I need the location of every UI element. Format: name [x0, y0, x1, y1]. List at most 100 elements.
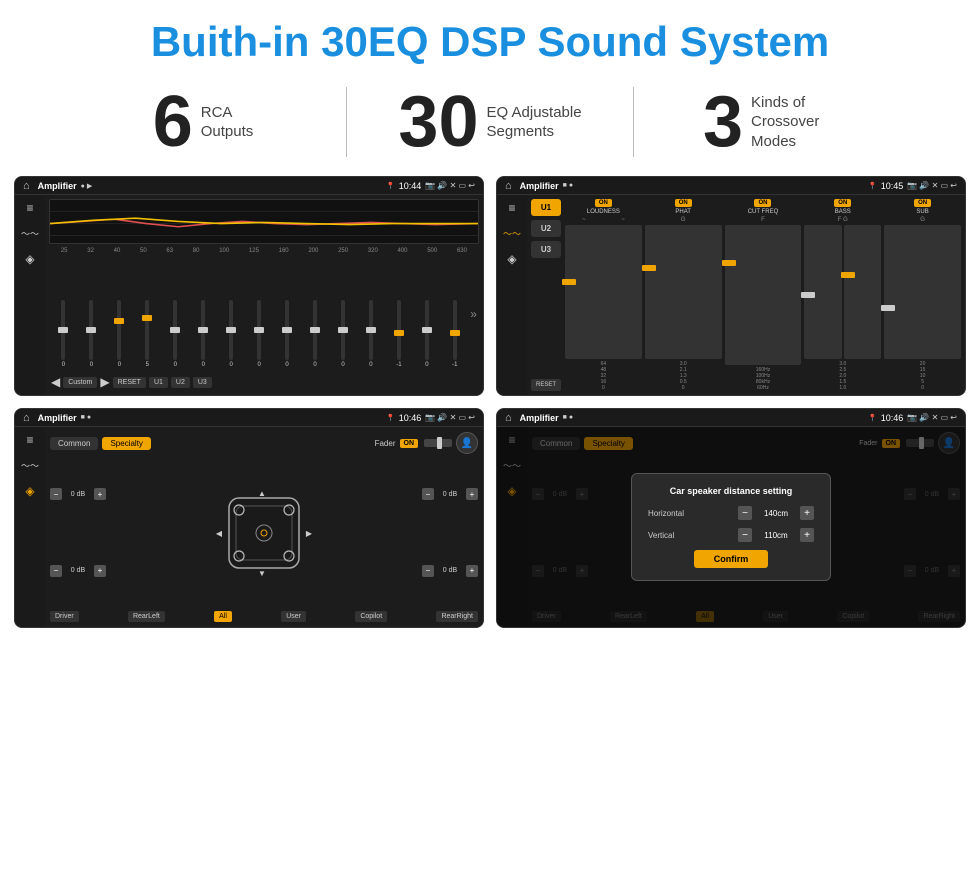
- eq-slider-5[interactable]: 0: [191, 300, 216, 368]
- eq-slider-4[interactable]: 0: [163, 300, 188, 368]
- eq-slider-2[interactable]: 0: [107, 300, 132, 368]
- screens-grid: ⌂ Amplifier ● ▶ 📍 10:44 📷 🔊 ✕ ▭ ↩ ≡ 〜〜 ◈: [0, 176, 980, 642]
- stat-eq-number: 30: [398, 86, 478, 158]
- db-val-rl: 0 dB: [64, 567, 92, 574]
- horizontal-plus[interactable]: +: [800, 506, 814, 520]
- tab-specialty[interactable]: Specialty: [102, 437, 150, 450]
- eq-icon[interactable]: ≡: [26, 201, 33, 215]
- fader-on-btn[interactable]: ON: [400, 439, 419, 448]
- db-minus-fr[interactable]: −: [422, 488, 434, 500]
- eq-slider-8[interactable]: 0: [275, 300, 300, 368]
- channel-loudness: ON LOUDNESS ~~ 644832160: [565, 199, 642, 391]
- db-minus-rl[interactable]: −: [50, 565, 62, 577]
- u3-btn-1[interactable]: U3: [193, 377, 212, 388]
- home-icon-3[interactable]: ⌂: [23, 412, 30, 424]
- ch-on-loudness[interactable]: ON: [595, 199, 612, 207]
- db-plus-rr[interactable]: +: [466, 565, 478, 577]
- volume-icon-2[interactable]: ◈: [507, 252, 516, 266]
- svg-text:▲: ▲: [258, 489, 266, 498]
- eq-slider-9[interactable]: 0: [303, 300, 328, 368]
- status-bar-3: ⌂ Amplifier ■ ● 📍 10:46 📷 🔊 ✕ ▭ ↩: [15, 409, 483, 427]
- preset-u1[interactable]: U1: [531, 199, 561, 216]
- eq-icon-3[interactable]: ≡: [26, 433, 33, 447]
- db-plus-fr[interactable]: +: [466, 488, 478, 500]
- u2-btn-1[interactable]: U2: [171, 377, 190, 388]
- eq-slider-10[interactable]: 0: [331, 300, 356, 368]
- prev-icon[interactable]: ◀: [51, 375, 60, 389]
- ch-label-bass: BASS: [835, 209, 851, 215]
- ch-on-phat[interactable]: ON: [675, 199, 692, 207]
- screen3-status-icons: 📷 🔊 ✕ ▭ ↩: [425, 413, 475, 422]
- db-plus-fl[interactable]: +: [94, 488, 106, 500]
- eq-slider-1[interactable]: 0: [79, 300, 104, 368]
- db-control-rl: − 0 dB +: [50, 565, 106, 577]
- mixer-channels: ON LOUDNESS ~~ 644832160: [565, 199, 961, 391]
- horizontal-minus[interactable]: −: [738, 506, 752, 520]
- preset-col: U1 U2 U3 RESET: [531, 199, 561, 391]
- stat-rca-number: 6: [153, 86, 193, 158]
- fader-slider[interactable]: [424, 439, 452, 447]
- home-icon[interactable]: ⌂: [23, 180, 30, 192]
- btn-driver[interactable]: Driver: [50, 611, 79, 622]
- ch-label-cutfreq: CUT FREQ: [748, 209, 779, 215]
- u1-btn-1[interactable]: U1: [149, 377, 168, 388]
- eq-slider-6[interactable]: 0: [219, 300, 244, 368]
- btn-user[interactable]: User: [281, 611, 306, 622]
- eq-graph: [49, 199, 479, 244]
- eq-icon-2[interactable]: ≡: [508, 201, 515, 215]
- bass-slider-f[interactable]: [804, 225, 841, 359]
- eq-slider-14[interactable]: -1: [442, 300, 467, 368]
- btn-all[interactable]: All: [214, 611, 232, 622]
- home-icon-4[interactable]: ⌂: [505, 412, 512, 424]
- btn-copilot[interactable]: Copilot: [355, 611, 387, 622]
- ch-on-sub[interactable]: ON: [914, 199, 931, 207]
- dialog-title: Car speaker distance setting: [648, 486, 814, 496]
- page-title: Buith-in 30EQ DSP Sound System: [0, 0, 980, 76]
- btn-rearright[interactable]: RearRight: [436, 611, 478, 622]
- db-plus-rl[interactable]: +: [94, 565, 106, 577]
- sub-slider[interactable]: [884, 225, 961, 359]
- eq-slider-7[interactable]: 0: [247, 300, 272, 368]
- eq-slider-13[interactable]: 0: [414, 300, 439, 368]
- db-minus-fl[interactable]: −: [50, 488, 62, 500]
- eq-slider-11[interactable]: 0: [358, 300, 383, 368]
- btn-rearleft[interactable]: RearLeft: [128, 611, 165, 622]
- custom-btn[interactable]: Custom: [63, 377, 97, 388]
- reset-btn-cross[interactable]: RESET: [531, 379, 561, 391]
- wave-icon-3[interactable]: 〜〜: [21, 459, 39, 472]
- channel-bass: ON BASS F G 3.02.52.01.51.0: [804, 199, 881, 391]
- db-minus-rr[interactable]: −: [422, 565, 434, 577]
- eq-bottom-bar: ◀ Custom ▶ RESET U1 U2 U3: [49, 373, 479, 391]
- svg-text:◀: ◀: [216, 529, 223, 538]
- car-diagram: ▲ ▼ ◀ ▶: [110, 458, 418, 607]
- volume-icon-3[interactable]: ◈: [25, 484, 34, 498]
- user-avatar-3[interactable]: 👤: [456, 432, 478, 454]
- volume-icon[interactable]: ◈: [25, 252, 34, 266]
- wave-icon-2[interactable]: 〜〜: [503, 227, 521, 240]
- reset-btn-1[interactable]: RESET: [113, 377, 146, 388]
- play-icon[interactable]: ▶: [100, 375, 109, 389]
- dialog-row-horizontal: Horizontal − 140cm +: [648, 506, 814, 520]
- vertical-label: Vertical: [648, 531, 674, 540]
- vertical-plus[interactable]: +: [800, 528, 814, 542]
- eq-slider-3[interactable]: 5: [135, 300, 160, 368]
- preset-u3[interactable]: U3: [531, 241, 561, 258]
- preset-u2[interactable]: U2: [531, 220, 561, 237]
- confirm-button[interactable]: Confirm: [694, 550, 769, 568]
- loudness-slider[interactable]: [565, 225, 642, 359]
- eq-slider-0[interactable]: 0: [51, 300, 76, 368]
- tab-common[interactable]: Common: [50, 437, 98, 450]
- vertical-minus[interactable]: −: [738, 528, 752, 542]
- channel-sub: ON SUB G 20151050: [884, 199, 961, 391]
- wave-icon[interactable]: 〜〜: [21, 227, 39, 240]
- bass-slider-g[interactable]: [844, 225, 881, 359]
- ch-on-bass[interactable]: ON: [834, 199, 851, 207]
- stat-crossover: 3 Kinds of Crossover Modes: [634, 86, 920, 158]
- fader-label: Fader: [375, 439, 396, 448]
- home-icon-2[interactable]: ⌂: [505, 180, 512, 192]
- stat-eq: 30 EQ Adjustable Segments: [347, 86, 633, 158]
- phat-slider[interactable]: [645, 225, 722, 359]
- cutfreq-slider[interactable]: [725, 225, 802, 365]
- eq-slider-12[interactable]: -1: [386, 300, 411, 368]
- ch-on-cutfreq[interactable]: ON: [754, 199, 771, 207]
